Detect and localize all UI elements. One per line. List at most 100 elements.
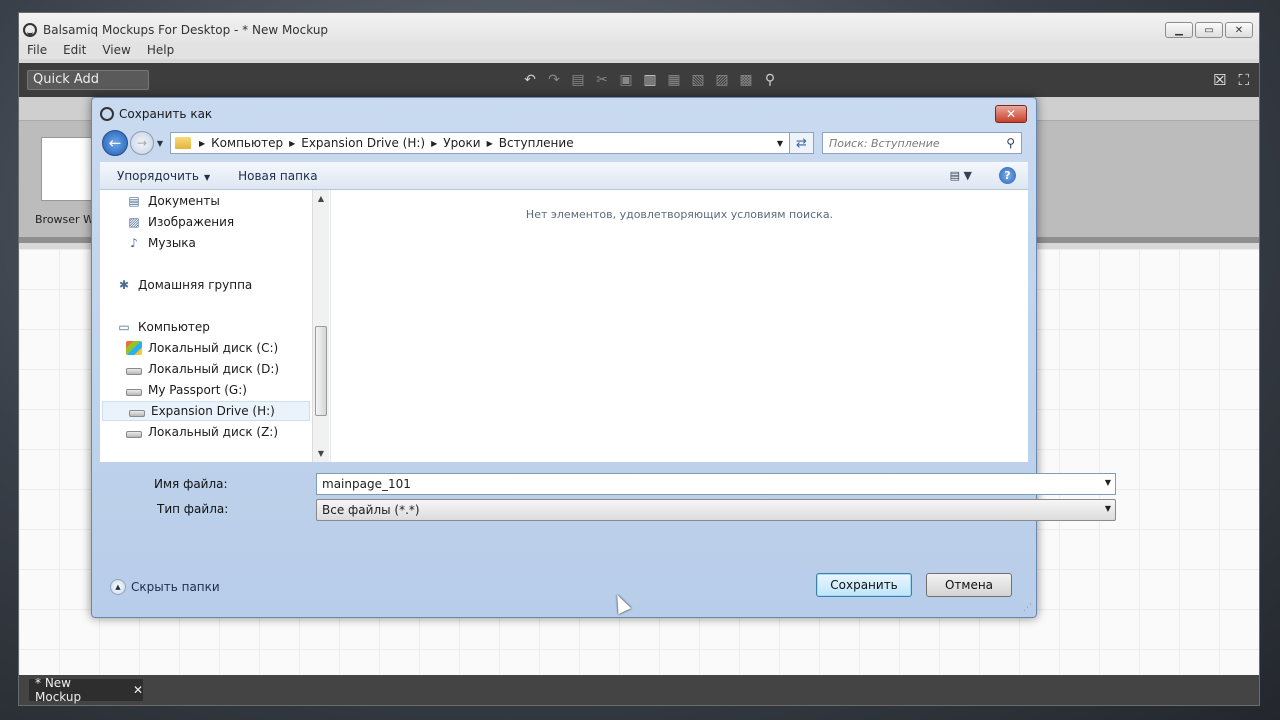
copy-icon[interactable]: ▤: [569, 72, 587, 88]
scrollbar-thumb[interactable]: [315, 326, 327, 416]
view-options-icon[interactable]: ▤ ▼: [950, 169, 972, 182]
chevron-right-icon[interactable]: ▶: [199, 139, 205, 148]
chevron-right-icon[interactable]: ▶: [431, 139, 437, 148]
dialog-body: ▤ Документы ▨ Изображения ♪ Музыка ✱ Дом…: [100, 190, 1028, 462]
tree-item-label: Документы: [148, 194, 220, 208]
window-title: Balsamiq Mockups For Desktop - * New Moc…: [43, 23, 329, 37]
search-input[interactable]: Поиск: Вступление ⚲: [822, 132, 1022, 154]
dialog-close-button[interactable]: ✕: [995, 105, 1027, 123]
title-bar: Balsamiq Mockups For Desktop - * New Moc…: [19, 13, 1259, 47]
tree-item-label: Домашняя группа: [138, 278, 253, 292]
close-mockup-icon[interactable]: ☒: [1213, 71, 1226, 89]
close-tab-icon[interactable]: ✕: [133, 683, 143, 697]
menu-file[interactable]: File: [27, 43, 47, 59]
tree-item-homegroup[interactable]: ✱ Домашняя группа: [116, 275, 252, 295]
command-bar: Упорядочить ▼ Новая папка ▤ ▼ ?: [100, 162, 1028, 190]
mockup-tab[interactable]: * New Mockup ✕: [29, 676, 143, 704]
tree-item-computer[interactable]: ▭ Компьютер: [116, 317, 210, 337]
tree-item-drive-d[interactable]: Локальный диск (D:): [126, 359, 279, 379]
redo-icon[interactable]: ↷: [545, 72, 563, 88]
tree-item-pictures[interactable]: ▨ Изображения: [126, 212, 234, 232]
chevron-right-icon[interactable]: ▶: [487, 139, 493, 148]
menu-help[interactable]: Help: [147, 43, 174, 59]
tree-item-label: Expansion Drive (H:): [151, 404, 275, 418]
scroll-up-icon[interactable]: ▲: [313, 194, 329, 203]
refresh-button[interactable]: ⇄: [790, 132, 814, 154]
search-icon[interactable]: ⚲: [761, 72, 779, 88]
new-folder-button[interactable]: Новая папка: [210, 169, 317, 183]
view-tools: ☒ ⛶: [1213, 71, 1249, 89]
hide-folders-toggle[interactable]: ▲ Скрыть папки: [110, 579, 220, 595]
drive-icon: [126, 430, 142, 438]
ungroup-icon[interactable]: ▨: [713, 72, 731, 88]
search-icon[interactable]: ⚲: [1006, 136, 1015, 150]
filetype-select[interactable]: Все файлы (*.*) ▼: [316, 499, 1116, 521]
chevron-down-icon[interactable]: ▼: [1105, 478, 1111, 487]
organize-label: Упорядочить: [117, 168, 199, 183]
maximize-icon[interactable]: ▭: [1195, 22, 1223, 38]
menu-view[interactable]: View: [102, 43, 130, 59]
address-bar[interactable]: ▶ Компьютер ▶ Expansion Drive (H:) ▶ Уро…: [170, 132, 790, 154]
music-icon: ♪: [130, 236, 138, 250]
cancel-button[interactable]: Отмена: [926, 573, 1012, 597]
organize-menu[interactable]: Упорядочить ▼: [100, 169, 210, 183]
menu-bar: File Edit View Help: [19, 43, 1259, 59]
chevron-down-icon[interactable]: ▼: [777, 139, 783, 148]
quick-add-input[interactable]: Quick Add: [27, 70, 149, 90]
chevron-right-icon[interactable]: ▶: [289, 139, 295, 148]
lock-icon[interactable]: ▩: [737, 72, 755, 88]
drive-icon: [126, 388, 142, 396]
drive-icon: [126, 367, 142, 375]
breadcrumb-drive[interactable]: Expansion Drive (H:): [301, 136, 425, 150]
toolbar: Quick Add ↶ ↷ ▤ ✂ ▣ ▥ ▦ ▧ ▨ ▩ ⚲ ☒ ⛶: [19, 63, 1259, 97]
filetype-label: Тип файла:: [157, 502, 229, 516]
tree-item-drive-h[interactable]: Expansion Drive (H:): [102, 401, 310, 421]
recent-locations-dropdown[interactable]: ▼: [154, 139, 166, 148]
tree-item-label: Локальный диск (C:): [148, 341, 279, 355]
documents-icon: ▤: [128, 194, 140, 208]
tree-item-drive-g[interactable]: My Passport (G:): [126, 380, 247, 400]
tree-item-documents[interactable]: ▤ Документы: [126, 191, 220, 211]
chevron-down-icon[interactable]: ▼: [1105, 504, 1111, 513]
minimize-icon[interactable]: ▁: [1165, 22, 1193, 38]
cut-icon[interactable]: ✂: [593, 72, 611, 88]
file-list[interactable]: Нет элементов, удовлетворяющих условиям …: [330, 190, 1028, 462]
duplicate-icon[interactable]: ▣: [617, 72, 635, 88]
pictures-icon: ▨: [128, 215, 140, 229]
group-icon[interactable]: ▧: [689, 72, 707, 88]
dialog-title-bar: Сохранить как: [100, 107, 212, 121]
tree-item-label: Локальный диск (Z:): [148, 425, 279, 439]
breadcrumb-computer[interactable]: Компьютер: [211, 136, 283, 150]
computer-icon: ▭: [118, 320, 130, 334]
paste-icon[interactable]: ▥: [641, 72, 659, 88]
navigation-tree: ▤ Документы ▨ Изображения ♪ Музыка ✱ Дом…: [100, 190, 312, 462]
tree-scrollbar[interactable]: ▲ ▼: [312, 190, 329, 462]
navigation-row: ← → ▼ ▶ Компьютер ▶ Expansion Drive (H:)…: [102, 130, 1026, 156]
homegroup-icon: ✱: [118, 278, 130, 292]
scroll-down-icon[interactable]: ▼: [313, 449, 329, 458]
breadcrumb-intro[interactable]: Вступление: [499, 136, 574, 150]
save-button[interactable]: Сохранить: [816, 573, 912, 597]
fullscreen-icon[interactable]: ⛶: [1238, 71, 1249, 89]
tree-item-drive-z[interactable]: Локальный диск (Z:): [126, 422, 278, 442]
drive-icon: [129, 409, 145, 417]
tree-item-label: Изображения: [148, 215, 235, 229]
tree-item-music[interactable]: ♪ Музыка: [126, 233, 196, 253]
close-icon[interactable]: ✕: [1225, 22, 1253, 38]
window-controls: ▁ ▭ ✕: [1165, 22, 1253, 38]
breadcrumb-lessons[interactable]: Уроки: [443, 136, 480, 150]
delete-icon[interactable]: ▦: [665, 72, 683, 88]
tree-item-drive-c[interactable]: Локальный диск (C:): [126, 338, 278, 358]
filename-field[interactable]: mainpage_101 ▼: [316, 473, 1116, 495]
undo-icon[interactable]: ↶: [521, 72, 539, 88]
hide-folders-label: Скрыть папки: [131, 580, 220, 594]
help-icon[interactable]: ?: [999, 167, 1016, 184]
system-drive-icon: [126, 341, 142, 355]
library-item-label: Browser W: [35, 213, 94, 226]
forward-button[interactable]: →: [130, 131, 154, 155]
back-button[interactable]: ←: [102, 130, 128, 156]
resize-grip-icon[interactable]: ⋰: [1023, 603, 1032, 613]
search-placeholder: Поиск: Вступление: [829, 136, 940, 150]
filename-label: Имя файла:: [154, 477, 228, 491]
menu-edit[interactable]: Edit: [63, 43, 86, 59]
